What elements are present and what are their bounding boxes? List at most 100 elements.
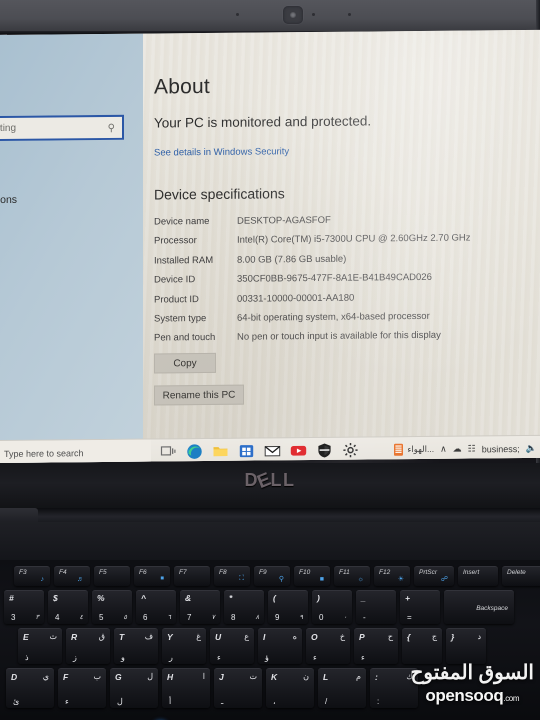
key-f11[interactable]: F11 ☼ [334, 566, 370, 586]
spec-value: DESKTOP-AGASFOF [237, 214, 331, 227]
key-label: PrtScr [419, 569, 438, 576]
key-f8[interactable]: F8 ⛶ [214, 566, 250, 586]
key-equals[interactable]: + = [400, 590, 440, 624]
laptop-photo: Find a setting ⚲ ons & actions ist sleep… [0, 0, 540, 720]
windows-security-link[interactable]: See details in Windows Security [154, 146, 289, 158]
key-y[interactable]: Y غ ر [162, 628, 206, 664]
key-5[interactable]: % 5 ٥ [92, 590, 132, 624]
key-label: 5 [99, 613, 104, 622]
mail-icon[interactable] [264, 442, 281, 459]
key-k[interactable]: K ن ، [266, 668, 314, 708]
screen-chin: DELL [0, 463, 540, 508]
settings-search-input[interactable]: Find a setting [0, 123, 16, 135]
spec-label: Processor [154, 235, 197, 247]
keyboard-backlight-icon: ■ [319, 576, 324, 583]
watermark-brand-name: opensooq [425, 686, 504, 705]
key-arabic-alt-label: ر [169, 653, 173, 662]
watermark-brand: opensooq.com [410, 686, 534, 706]
key-shift-label: + [405, 593, 410, 603]
key-label: K [271, 672, 278, 682]
key-f5[interactable]: F5 [94, 566, 130, 586]
file-explorer-icon[interactable] [212, 443, 229, 460]
sidebar-item-notifications[interactable]: ons & actions [0, 194, 17, 207]
key-9[interactable]: ( 9 ٩ [268, 590, 308, 624]
settings-search-box[interactable]: Find a setting ⚲ [0, 114, 124, 142]
key-o[interactable]: O خ ء [306, 628, 350, 664]
key-0[interactable]: ) 0 ٠ [312, 590, 352, 624]
taskbar-icon-group [151, 441, 408, 463]
mic-mute-icon: ⏹ [160, 575, 165, 582]
key-insert[interactable]: Insert [458, 566, 498, 586]
volume-down-icon: ♬ [77, 576, 84, 583]
key-label: F [63, 672, 69, 682]
volume-mute-icon: ♪ [40, 576, 45, 583]
microsoft-store-icon[interactable] [238, 443, 255, 460]
key-label: 3 [11, 613, 16, 622]
key-l[interactable]: L م / [318, 668, 366, 708]
key-f12[interactable]: F12 ☀ [374, 566, 410, 586]
key-arabic-alt-label: : [377, 697, 380, 706]
volume-tray-icon[interactable]: 🔈 [526, 443, 537, 454]
key-arabic-label: ٥ [123, 614, 128, 621]
key-h[interactable]: H ا أ [162, 668, 210, 708]
edge-browser-icon[interactable] [186, 443, 203, 460]
globe-tray-icon[interactable]: business; [482, 444, 520, 454]
keyboard-qwerty-row: E ث ذ R ق ز T ف و Y غ ر U ع ء I ه ؤ O خ … [18, 628, 540, 664]
key-r[interactable]: R ق ز [66, 628, 110, 664]
key-e[interactable]: E ث ذ [18, 628, 62, 664]
key-backspace[interactable]: Backspace [444, 590, 514, 624]
taskbar-search-box[interactable]: Type here to search [0, 439, 152, 463]
taskbar-search-input[interactable]: Type here to search [4, 448, 84, 459]
onedrive-tray-icon[interactable]: ☁ [453, 444, 462, 455]
network-tray-icon[interactable]: ☷ [468, 443, 476, 454]
key-shift-label: ) [317, 593, 320, 603]
key-shift-label: # [9, 593, 14, 603]
key-label: 4 [55, 613, 60, 622]
key-arabic-alt-label: / [325, 697, 328, 706]
key-label: { [407, 632, 411, 642]
key-f[interactable]: F ب ء [58, 668, 106, 708]
key-f10[interactable]: F10 ■ [294, 566, 330, 586]
key-t[interactable]: T ف و [114, 628, 158, 664]
rename-this-pc-button[interactable]: Rename this PC [154, 384, 244, 406]
key-g[interactable]: G ل ل [110, 668, 158, 708]
air-app-icon[interactable] [390, 441, 408, 463]
key-f7[interactable]: F7 [174, 566, 210, 586]
key-label: Y [167, 632, 173, 642]
settings-gear-icon[interactable] [342, 442, 359, 459]
key-arabic-label: ج [431, 632, 437, 641]
key-label: I [263, 632, 266, 642]
key-d[interactable]: D ي ئ [6, 668, 54, 708]
key-label: Delete [507, 569, 526, 576]
key-4[interactable]: $ 4 ٤ [48, 590, 88, 624]
spec-value: No pen or touch input is available for t… [237, 330, 441, 343]
windows-security-icon[interactable] [316, 442, 333, 459]
key-f9[interactable]: F9 ⚲ [254, 566, 290, 586]
key-p[interactable]: P ح ء [354, 628, 398, 664]
key-f4[interactable]: F4 ♬ [54, 566, 90, 586]
chevron-up-icon[interactable]: ∧ [440, 444, 447, 455]
watermark: السوق المفتوح opensooq.com [410, 663, 534, 706]
task-view-icon[interactable] [160, 443, 177, 460]
key-label: F10 [299, 569, 311, 576]
key-j[interactable]: J ت ـ [214, 668, 262, 708]
key-delete[interactable]: Delete [502, 566, 540, 586]
key-bracket-left[interactable]: { ج [402, 628, 442, 664]
key-printscreen[interactable]: PrtScr ☍ [414, 566, 454, 586]
key-label: F9 [259, 569, 267, 576]
key-f6[interactable]: F6 ⏹ [134, 566, 170, 586]
key-minus[interactable]: _ - [356, 590, 396, 624]
key-shift-label: _ [361, 593, 366, 603]
key-7[interactable]: & 7 ٧ [180, 590, 220, 624]
key-label: F3 [19, 569, 27, 576]
key-6[interactable]: ^ 6 ٦ [136, 590, 176, 624]
key-bracket-right[interactable]: } د [446, 628, 486, 664]
youtube-icon[interactable] [290, 442, 307, 459]
key-u[interactable]: U ع ء [210, 628, 254, 664]
key-f3[interactable]: F3 ♪ [14, 566, 50, 586]
key-3[interactable]: # 3 ٣ [4, 590, 44, 624]
copy-button[interactable]: Copy [154, 352, 216, 374]
key-8[interactable]: * 8 ٨ [224, 590, 264, 624]
spec-label: Installed RAM [154, 254, 214, 267]
key-i[interactable]: I ه ؤ [258, 628, 302, 664]
